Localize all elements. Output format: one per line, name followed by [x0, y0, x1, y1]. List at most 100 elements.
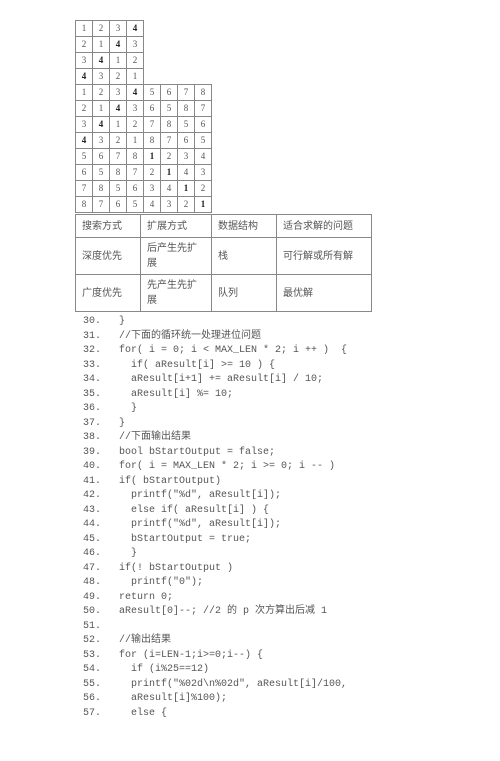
- line-number: 56.: [75, 692, 101, 707]
- grid-cell: 3: [127, 101, 144, 117]
- grid-cell: 6: [144, 101, 161, 117]
- body-cell: 栈: [212, 238, 277, 275]
- grid-cell: 2: [127, 53, 144, 69]
- code-text: else if( aResult[i] ) {: [107, 505, 269, 516]
- code-text: printf("0");: [107, 577, 203, 588]
- grid-cell: 7: [144, 117, 161, 133]
- grid-cell: 6: [161, 85, 178, 101]
- line-number: 36.: [75, 402, 101, 417]
- grid-cell: 4: [110, 37, 127, 53]
- line-number: 31.: [75, 330, 101, 345]
- grid-cell: 1: [178, 181, 195, 197]
- grid-cell: 6: [127, 181, 144, 197]
- grid-cell: 4: [127, 85, 144, 101]
- grid-cell: 8: [127, 149, 144, 165]
- grid-cell: 1: [127, 133, 144, 149]
- grid-cell: 5: [195, 133, 212, 149]
- code-text: //下面的循环统一处理进位问题: [107, 331, 261, 342]
- line-number: 47.: [75, 562, 101, 577]
- line-number: 41.: [75, 475, 101, 490]
- grid-cell: 1: [195, 197, 212, 213]
- grid-cell: 8: [161, 117, 178, 133]
- body-cell: 深度优先: [76, 238, 141, 275]
- line-number: 34.: [75, 373, 101, 388]
- code-text: return 0;: [107, 592, 173, 603]
- grid-cell: 3: [161, 197, 178, 213]
- code-text: printf("%d", aResult[i]);: [107, 519, 281, 530]
- grid-cell: 1: [110, 53, 127, 69]
- grid-cell: 5: [144, 85, 161, 101]
- grid-cell: 8: [93, 181, 110, 197]
- grid-cell: 1: [127, 69, 144, 85]
- grid-cell: 2: [93, 85, 110, 101]
- grid-cell: 4: [178, 165, 195, 181]
- grid-cell: 1: [144, 149, 161, 165]
- header-cell: 扩展方式: [141, 215, 212, 238]
- line-number: 43.: [75, 504, 101, 519]
- grid-cell: 3: [195, 165, 212, 181]
- grid-cell: 5: [127, 197, 144, 213]
- line-number: 46.: [75, 547, 101, 562]
- grid-cell: 2: [110, 133, 127, 149]
- code-text: if(! bStartOutput ): [107, 563, 233, 574]
- grid-cell: 3: [144, 181, 161, 197]
- code-text: if( aResult[i] >= 10 ) {: [107, 360, 275, 371]
- grid-cell: 3: [76, 53, 93, 69]
- grid-cell: 6: [93, 149, 110, 165]
- line-number: 39.: [75, 446, 101, 461]
- code-text: if( bStartOutput): [107, 476, 221, 487]
- grid-cell: 5: [76, 149, 93, 165]
- line-number: 48.: [75, 576, 101, 591]
- grid-cell: 8: [76, 197, 93, 213]
- line-number: 32.: [75, 344, 101, 359]
- code-text: }: [107, 403, 137, 414]
- grid-cell: 8: [110, 165, 127, 181]
- grid-cell: 7: [127, 165, 144, 181]
- grid-cell: 7: [110, 149, 127, 165]
- grid-cell: 4: [144, 197, 161, 213]
- code-text: aResult[i]%100);: [107, 693, 227, 704]
- code-text: printf("%d", aResult[i]);: [107, 490, 281, 501]
- line-number: 37.: [75, 417, 101, 432]
- body-cell: 先产生先扩展: [141, 275, 212, 312]
- grid-cell: 4: [76, 133, 93, 149]
- line-number: 57.: [75, 707, 101, 722]
- grid-cell: 2: [127, 117, 144, 133]
- line-number: 53.: [75, 649, 101, 664]
- code-text: }: [107, 316, 125, 327]
- body-cell: 队列: [212, 275, 277, 312]
- grid-cell: 6: [195, 117, 212, 133]
- grid-cell: 4: [93, 53, 110, 69]
- line-number: 44.: [75, 518, 101, 533]
- grid-cell: 3: [76, 117, 93, 133]
- grid-cell: 2: [161, 149, 178, 165]
- grid-cell: 4: [161, 181, 178, 197]
- grid-cell: 3: [178, 149, 195, 165]
- grid-cell: 2: [76, 37, 93, 53]
- code-text: //输出结果: [107, 635, 171, 646]
- small-grid-4x4: 1234214334124321: [75, 20, 144, 85]
- line-number: 54.: [75, 663, 101, 678]
- header-cell: 搜索方式: [76, 215, 141, 238]
- grid-cell: 7: [195, 101, 212, 117]
- grid-cell: 3: [110, 21, 127, 37]
- grid-cell: 2: [195, 181, 212, 197]
- code-text: aResult[0]--; //2 的 p 次方算出后减 1: [107, 606, 327, 617]
- grid-cell: 8: [144, 133, 161, 149]
- grid-cell: 1: [93, 101, 110, 117]
- body-cell: 后产生先扩展: [141, 238, 212, 275]
- line-number: 35.: [75, 388, 101, 403]
- line-number: 49.: [75, 591, 101, 606]
- code-text: aResult[i] %= 10;: [107, 389, 233, 400]
- grid-cell: 4: [93, 117, 110, 133]
- grid-cell: 8: [195, 85, 212, 101]
- grid-cell: 4: [127, 21, 144, 37]
- grid-cell: 7: [161, 133, 178, 149]
- line-number: 51.: [75, 620, 101, 635]
- line-number: 33.: [75, 359, 101, 374]
- grid-cell: 6: [76, 165, 93, 181]
- body-cell: 最优解: [277, 275, 372, 312]
- grid-cell: 5: [178, 117, 195, 133]
- grid-cell: 1: [161, 165, 178, 181]
- grid-cell: 1: [76, 85, 93, 101]
